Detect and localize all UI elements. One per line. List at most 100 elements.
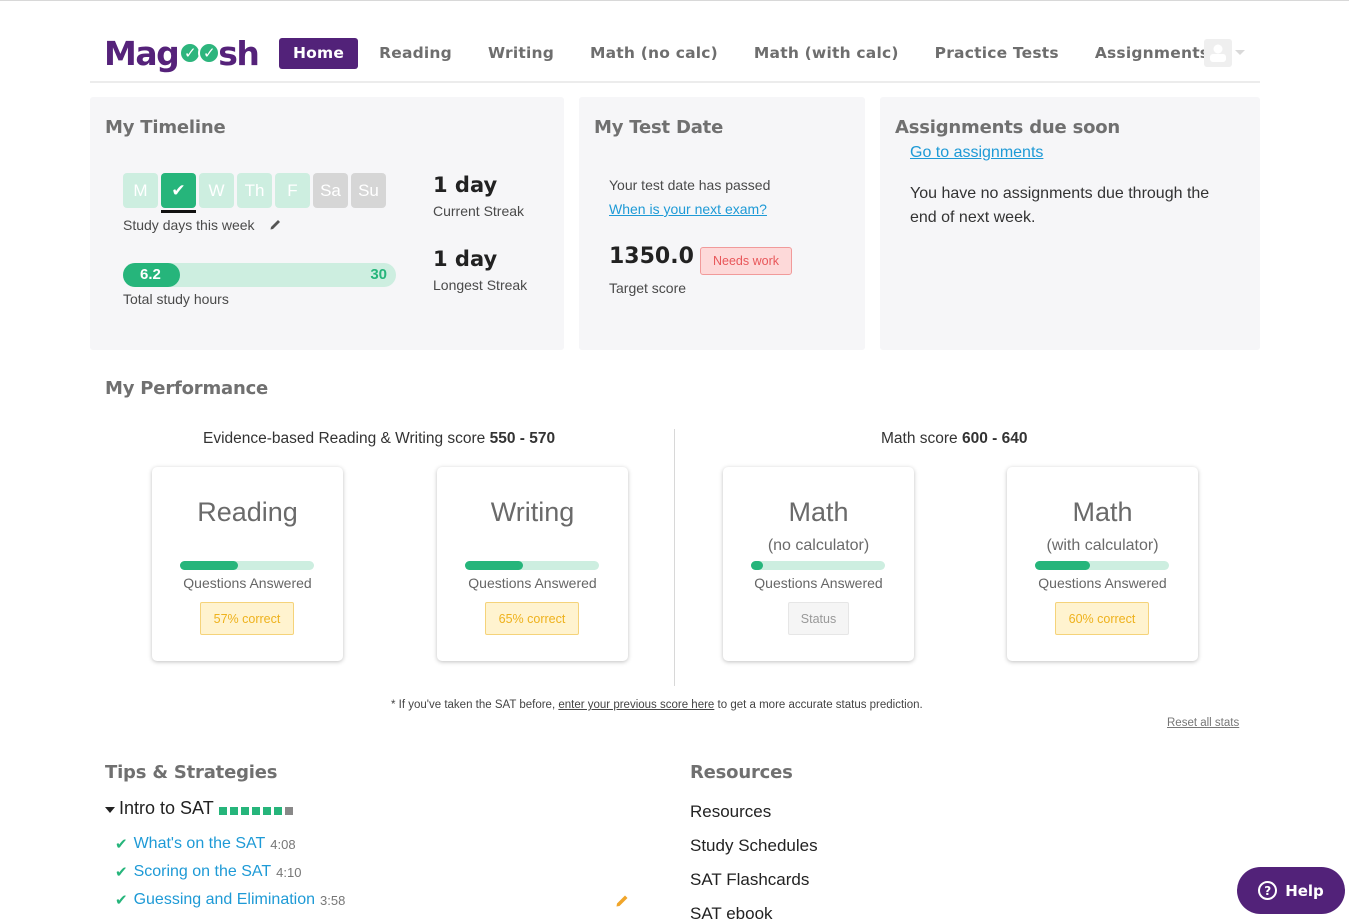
progress-square <box>251 806 260 815</box>
tip-group-intro[interactable]: Intro to SAT <box>105 798 293 819</box>
current-streak-value: 1 day <box>433 173 498 197</box>
assignments-panel: Assignments due soon Go to assignments Y… <box>880 97 1260 350</box>
edit-note-pencil-icon[interactable] <box>615 893 630 908</box>
edit-pencil-icon[interactable] <box>269 218 282 231</box>
check-icon: ✔ <box>115 892 128 909</box>
subject-card-writing[interactable]: Writing Questions Answered 65% correct <box>437 467 628 661</box>
test-date-title: My Test Date <box>594 117 724 138</box>
questions-answered-fill <box>180 561 238 570</box>
nav-math-with-calc[interactable]: Math (with calc) <box>736 38 917 69</box>
questions-answered-fill <box>751 561 763 570</box>
check-icon: ✔ <box>115 864 128 881</box>
test-date-status: Your test date has passed <box>609 177 771 193</box>
lesson-duration: 4:08 <box>270 836 296 852</box>
questions-answered-label: Questions Answered <box>754 575 883 591</box>
day-monday[interactable]: M <box>123 173 158 208</box>
lesson-link[interactable]: What's on the SAT <box>134 835 266 853</box>
resource-link[interactable]: Study Schedules <box>690 836 818 856</box>
subject-name: Reading <box>197 497 298 527</box>
percent-correct-badge: 57% correct <box>200 602 294 635</box>
study-hours-value: 6.2 <box>140 266 161 283</box>
reset-stats-link[interactable]: Reset all stats <box>1167 717 1239 729</box>
percent-correct-badge: 65% correct <box>485 602 579 635</box>
progress-square <box>273 806 282 815</box>
subject-subtitle: (no calculator) <box>767 537 870 554</box>
progress-square <box>284 806 293 815</box>
enter-previous-score-link[interactable]: enter your previous score here <box>558 699 714 711</box>
go-to-assignments-link[interactable]: Go to assignments <box>910 144 1043 162</box>
rw-score-value: 550 - 570 <box>489 430 556 447</box>
subject-card-reading[interactable]: Reading Questions Answered 57% correct <box>152 467 343 661</box>
nav-math-no-calc[interactable]: Math (no calc) <box>572 38 736 69</box>
lesson-link[interactable]: Scoring on the SAT <box>134 863 272 881</box>
lesson-item: ✔ Guessing and Elimination 3:58 <box>115 891 345 909</box>
lesson-item: ✔ What's on the SAT 4:08 <box>115 835 296 853</box>
questions-answered-label: Questions Answered <box>1038 575 1167 591</box>
caret-down-icon[interactable] <box>105 806 115 813</box>
target-score-label: Target score <box>609 280 687 296</box>
day-thursday[interactable]: Th <box>237 173 272 208</box>
subject-card-math-with-calc[interactable]: Math (with calculator) Questions Answere… <box>1007 467 1198 661</box>
day-saturday[interactable]: Sa <box>313 173 348 208</box>
lesson-duration: 4:10 <box>276 864 302 880</box>
help-label: Help <box>1285 881 1324 900</box>
user-avatar-button[interactable] <box>1204 39 1232 67</box>
main-nav: Home Reading Writing Math (no calc) Math… <box>279 38 1227 69</box>
questions-answered-label: Questions Answered <box>183 575 312 591</box>
nav-reading[interactable]: Reading <box>361 38 470 69</box>
progress-square <box>218 806 227 815</box>
questions-answered-label: Questions Answered <box>468 575 597 591</box>
magoosh-logo[interactable]: Mag ✓ ✓ sh <box>104 33 260 73</box>
footnote-text-pre: * If you've taken the SAT before, <box>391 699 556 711</box>
target-score-value: 1350.0 <box>609 244 694 269</box>
questions-answered-bar <box>465 561 599 570</box>
study-days-label: Study days this week <box>123 217 255 233</box>
rw-score-line: Evidence-based Reading & Writing score 5… <box>203 430 555 448</box>
subject-card-math-no-calc[interactable]: Math (no calculator) Questions Answered … <box>723 467 914 661</box>
footnote-text-post: to get a more accurate status prediction… <box>717 699 923 711</box>
performance-title: My Performance <box>105 378 269 399</box>
assignments-title: Assignments due soon <box>895 117 1121 138</box>
status-badge: Status <box>788 602 849 635</box>
math-score-line: Math score 600 - 640 <box>881 430 1027 448</box>
help-button[interactable]: ? Help <box>1237 867 1345 914</box>
timeline-title: My Timeline <box>105 117 226 138</box>
check-icon: ✔ <box>115 836 128 853</box>
resources-title: Resources <box>690 762 793 783</box>
percent-correct-badge: 60% correct <box>1055 602 1149 635</box>
group-progress <box>218 806 293 815</box>
nav-home[interactable]: Home <box>279 38 359 69</box>
day-friday[interactable]: F <box>275 173 310 208</box>
day-sunday[interactable]: Su <box>351 173 386 208</box>
tips-title: Tips & Strategies <box>105 762 278 783</box>
study-hours-label: Total study hours <box>123 291 229 307</box>
study-days-row: M ✔ W Th F Sa Su <box>123 173 386 213</box>
progress-square <box>240 806 249 815</box>
lesson-link[interactable]: Guessing and Elimination <box>134 891 315 909</box>
assignments-message: You have no assignments due through the … <box>910 185 1210 226</box>
next-exam-link[interactable]: When is your next exam? <box>609 201 767 217</box>
lesson-item: ✔ Scoring on the SAT 4:10 <box>115 863 301 881</box>
nav-practice-tests[interactable]: Practice Tests <box>917 38 1077 69</box>
subject-subtitle: (with calculator) <box>1046 537 1159 554</box>
score-footnote: * If you've taken the SAT before, enter … <box>391 699 923 711</box>
logo-text-right: sh <box>218 33 260 73</box>
subject-name: Writing <box>490 497 575 527</box>
rw-score-label: Evidence-based Reading & Writing score <box>203 430 486 447</box>
study-hours-bar: 6.2 30 <box>123 263 396 287</box>
logo-text-left: Mag <box>104 33 180 73</box>
test-date-panel: My Test Date Your test date has passed W… <box>579 97 865 350</box>
questions-answered-fill <box>1035 561 1090 570</box>
user-menu-caret-icon[interactable] <box>1235 50 1245 55</box>
questions-answered-bar <box>1035 561 1169 570</box>
timeline-panel: My Timeline M ✔ W Th F Sa Su Study days … <box>90 97 564 350</box>
nav-writing[interactable]: Writing <box>470 38 572 69</box>
day-wednesday[interactable]: W <box>199 173 234 208</box>
day-tuesday[interactable]: ✔ <box>161 173 196 213</box>
resource-link[interactable]: Resources <box>690 802 771 822</box>
math-score-value: 600 - 640 <box>961 430 1028 447</box>
resource-link[interactable]: SAT ebook <box>690 904 773 921</box>
resource-link[interactable]: SAT Flashcards <box>690 870 809 890</box>
section-divider <box>674 429 675 686</box>
top-header: Mag ✓ ✓ sh Home Reading Writing Math (no … <box>90 1 1260 83</box>
